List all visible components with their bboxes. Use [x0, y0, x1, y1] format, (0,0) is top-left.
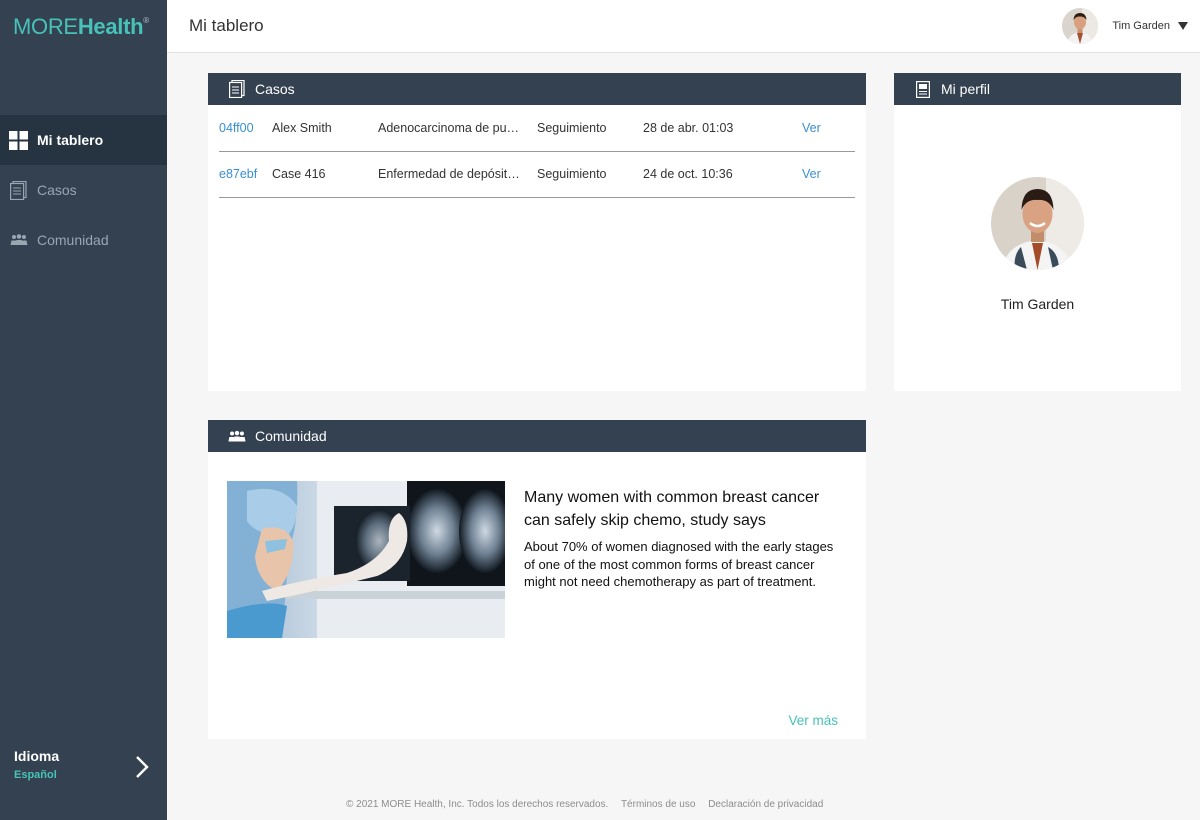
date-cell: 24 de oct. 10:36	[643, 151, 802, 198]
sidebar-item-label: Mi tablero	[37, 132, 104, 148]
language-value: Español	[14, 769, 57, 781]
view-case-link[interactable]: Ver	[802, 121, 821, 135]
language-selector[interactable]: Idioma Español	[14, 748, 154, 781]
view-cell: Ver	[802, 105, 855, 152]
community-panel: Comunidad Many women with common breast …	[208, 420, 866, 739]
sidebar: MOREHealth® Mi tablero Casos Comunidad I…	[0, 0, 167, 820]
cases-panel-title: Casos	[255, 81, 295, 97]
diagnosis-cell: Adenocarcinoma de pu…	[378, 105, 537, 152]
diagnosis-cell: Enfermedad de depósit…	[378, 151, 537, 198]
sidebar-item-dashboard[interactable]: Mi tablero	[0, 115, 167, 165]
user-menu[interactable]: Tim Garden	[1062, 8, 1188, 44]
profile-panel-header: Mi perfil	[894, 73, 1181, 105]
brand-registered-mark: ®	[143, 16, 149, 25]
language-title: Idioma	[14, 748, 60, 764]
profile-panel: Mi perfil Tim Garden	[894, 73, 1181, 391]
profile-panel-title: Mi perfil	[941, 81, 991, 97]
patient-name-cell: Alex Smith	[272, 105, 378, 152]
profile-name: Tim Garden	[1000, 296, 1075, 312]
brand-logo[interactable]: MOREHealth®	[13, 14, 149, 40]
article-image[interactable]	[227, 481, 505, 638]
diagnosis-text: Adenocarcinoma de pu…	[378, 120, 520, 135]
dashboard-grid-icon	[9, 130, 28, 150]
case-id-link[interactable]: e87ebf	[219, 167, 257, 181]
cases-panel: Casos 04ff00 Alex Smith Adenocarcinoma d…	[208, 73, 866, 391]
table-row[interactable]: 04ff00 Alex Smith Adenocarcinoma de pu… …	[219, 105, 855, 152]
table-row[interactable]: e87ebf Case 416 Enfermedad de depósit… S…	[219, 151, 855, 198]
document-icon	[228, 80, 246, 98]
page-title: Mi tablero	[189, 16, 264, 35]
avatar	[1062, 8, 1099, 44]
privacy-link[interactable]: Declaración de privacidad	[708, 799, 823, 810]
top-bar: Mi tablero Tim Garden	[167, 0, 1200, 53]
footer: © 2021 MORE Health, Inc. Todos los derec…	[167, 799, 1200, 810]
view-case-link[interactable]: Ver	[802, 167, 821, 181]
sidebar-item-label: Casos	[37, 182, 77, 198]
footer-copyright: © 2021 MORE Health, Inc. Todos los derec…	[346, 799, 609, 810]
patient-name-cell: Case 416	[272, 151, 378, 198]
sidebar-item-label: Comunidad	[37, 232, 109, 248]
chevron-right-icon[interactable]	[134, 754, 150, 780]
see-more-link[interactable]: Ver más	[788, 713, 838, 728]
status-cell: Seguimiento	[537, 151, 643, 198]
diagnosis-text: Enfermedad de depósit…	[378, 167, 520, 181]
terms-link[interactable]: Términos de uso	[621, 799, 695, 810]
profile-card-icon	[914, 80, 932, 98]
sidebar-nav: Mi tablero Casos Comunidad	[0, 115, 167, 265]
document-icon	[9, 180, 28, 200]
cases-table: 04ff00 Alex Smith Adenocarcinoma de pu… …	[219, 105, 855, 198]
case-id-cell: e87ebf	[219, 151, 272, 198]
caret-down-icon[interactable]	[1178, 22, 1188, 30]
article-title[interactable]: Many women with common breast cancer can…	[524, 486, 844, 532]
status-cell: Seguimiento	[537, 105, 643, 152]
brand-word-more: MORE	[13, 14, 78, 39]
case-id-link[interactable]: 04ff00	[219, 121, 254, 135]
sidebar-item-cases[interactable]: Casos	[0, 165, 167, 215]
community-panel-header: Comunidad	[208, 420, 866, 452]
cases-panel-header: Casos	[208, 73, 866, 105]
profile-avatar[interactable]	[991, 177, 1084, 270]
sidebar-item-community[interactable]: Comunidad	[0, 215, 167, 265]
date-cell: 28 de abr. 01:03	[643, 105, 802, 152]
people-icon	[9, 231, 28, 250]
view-cell: Ver	[802, 151, 855, 198]
case-id-cell: 04ff00	[219, 105, 272, 152]
article-summary: About 70% of women diagnosed with the ea…	[524, 539, 834, 590]
people-icon	[228, 427, 246, 445]
user-name: Tim Garden	[1112, 20, 1170, 32]
community-panel-title: Comunidad	[255, 428, 327, 444]
brand-word-health: Health	[77, 14, 144, 39]
